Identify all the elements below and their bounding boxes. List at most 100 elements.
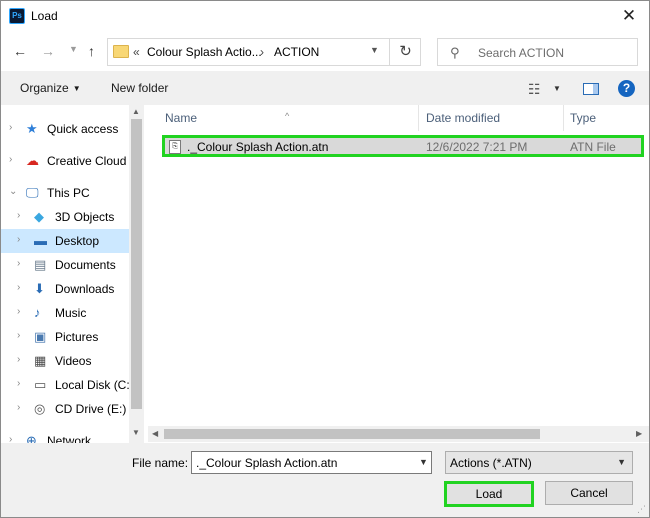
expand-icon[interactable]: ›: [9, 154, 12, 165]
cd-icon: ◎: [34, 401, 46, 416]
sidebar-item-3d-objects[interactable]: › ◆ 3D Objects: [1, 205, 129, 229]
sidebar-item-label: CD Drive (E:): [55, 402, 127, 416]
cancel-button[interactable]: Cancel: [545, 481, 633, 505]
sidebar-item-cd-drive-e[interactable]: › ◎ CD Drive (E:): [1, 397, 129, 421]
sidebar-item-network[interactable]: › ⊕ Network: [1, 429, 129, 443]
expand-icon[interactable]: ›: [17, 234, 20, 245]
sidebar-item-music[interactable]: › ♪ Music: [1, 301, 129, 325]
breadcrumb-separator-icon[interactable]: ›: [260, 45, 264, 59]
filetype-select[interactable]: Actions (*.ATN) ▼: [445, 451, 633, 474]
scroll-up-icon[interactable]: ▲: [132, 107, 140, 116]
sidebar-item-label: Creative Cloud: [47, 154, 127, 168]
title-bar: Ps Load ✕: [1, 1, 649, 31]
sidebar-item-documents[interactable]: › ▤ Documents: [1, 253, 129, 277]
sidebar-scrollbar[interactable]: ▲ ▼: [129, 105, 144, 443]
chevron-down-icon: ▼: [617, 457, 626, 467]
sidebar-item-videos[interactable]: › ▦ Videos: [1, 349, 129, 373]
sidebar-item-downloads[interactable]: › ⬇ Downloads: [1, 277, 129, 301]
command-bar: Organize ▼ New folder ☷ ▼ ?: [1, 71, 649, 105]
navigation-pane: › ★ Quick access › ☁ Creative Cloud ⌄ 🖵 This PC ›…: [1, 105, 145, 443]
filename-dropdown-icon[interactable]: ▼: [419, 457, 428, 467]
column-header-date[interactable]: Date modified: [419, 105, 562, 131]
expand-icon[interactable]: ›: [9, 434, 12, 443]
expand-icon[interactable]: ›: [17, 258, 20, 269]
resize-grip-icon[interactable]: ⋰: [637, 504, 646, 515]
help-icon[interactable]: ?: [618, 80, 635, 97]
recent-locations-button[interactable]: ▼: [69, 44, 78, 54]
sidebar-item-label: Music: [55, 306, 87, 320]
up-button[interactable]: ↑: [88, 43, 95, 59]
column-header-type[interactable]: Type: [564, 105, 649, 131]
action-file-icon: ⎘: [169, 140, 181, 154]
filename-input[interactable]: [191, 451, 432, 474]
search-box[interactable]: ⚲ Search ACTION: [437, 38, 638, 66]
refresh-icon: ↻: [399, 43, 412, 60]
search-icon: ⚲: [450, 45, 460, 60]
view-dropdown-icon[interactable]: ▼: [553, 84, 561, 93]
dialog-footer: File name: ▼ Actions (*.ATN) ▼ Load Canc…: [1, 443, 649, 517]
organize-button[interactable]: Organize ▼: [20, 81, 81, 95]
scroll-left-icon[interactable]: ◀: [152, 429, 158, 438]
expand-icon[interactable]: ›: [17, 306, 20, 317]
back-button[interactable]: ←: [13, 43, 27, 59]
expand-icon[interactable]: ›: [17, 378, 20, 389]
expand-open-icon[interactable]: ⌄: [9, 186, 17, 197]
search-placeholder: Search ACTION: [478, 46, 565, 60]
column-label: Date modified: [426, 111, 501, 125]
scroll-down-icon[interactable]: ▼: [132, 428, 140, 437]
sort-ascending-icon: ^: [285, 111, 290, 121]
column-label: Name: [165, 111, 198, 125]
expand-icon[interactable]: ›: [17, 282, 20, 293]
column-header-name[interactable]: ^ Name: [148, 105, 417, 131]
sidebar-item-label: Network: [47, 434, 92, 443]
photoshop-app-icon: Ps: [9, 8, 25, 24]
chevron-down-icon: ▼: [69, 44, 78, 54]
sidebar-item-this-pc[interactable]: ⌄ 🖵 This PC: [1, 181, 129, 205]
view-options-icon[interactable]: ☷: [528, 81, 541, 98]
network-icon: ⊕: [26, 433, 37, 443]
scrollbar-thumb[interactable]: [164, 429, 540, 439]
load-button[interactable]: Load: [444, 481, 534, 507]
expand-icon[interactable]: ›: [17, 402, 20, 413]
music-icon: ♪: [34, 305, 41, 320]
expand-icon[interactable]: ›: [17, 354, 20, 365]
sidebar-item-label: Downloads: [55, 282, 115, 296]
sidebar-item-desktop[interactable]: › ▬ Desktop: [1, 229, 129, 253]
sidebar-item-label: Pictures: [55, 330, 99, 344]
scroll-right-icon[interactable]: ▶: [636, 429, 642, 438]
arrow-left-icon: ←: [13, 43, 27, 59]
download-icon: ⬇: [34, 281, 45, 296]
arrow-right-icon: →: [41, 43, 55, 59]
filename-label: File name:: [132, 456, 189, 470]
preview-pane-icon[interactable]: [583, 83, 599, 95]
desktop-icon: ▬: [34, 233, 47, 248]
refresh-button[interactable]: ↻: [389, 38, 421, 66]
column-label: Type: [570, 111, 597, 125]
organize-label: Organize: [20, 81, 69, 95]
address-dropdown-icon[interactable]: ▼: [370, 45, 379, 55]
breadcrumb-segment[interactable]: ACTION: [274, 45, 319, 59]
video-icon: ▦: [34, 353, 47, 368]
new-folder-button[interactable]: New folder: [111, 81, 168, 95]
expand-icon[interactable]: ›: [17, 330, 20, 341]
close-button[interactable]: ✕: [619, 6, 639, 26]
file-name: ._Colour Splash Action.atn: [187, 140, 329, 154]
horizontal-scrollbar[interactable]: ◀ ▶: [148, 426, 649, 442]
breadcrumb-segment[interactable]: Colour Splash Actio...: [147, 45, 262, 59]
sidebar-item-creative-cloud[interactable]: › ☁ Creative Cloud: [1, 149, 129, 173]
creative-cloud-icon: ☁: [26, 153, 39, 168]
forward-button[interactable]: →: [41, 43, 55, 59]
address-overflow[interactable]: «: [133, 45, 140, 59]
sidebar-item-quick-access[interactable]: › ★ Quick access: [1, 117, 129, 141]
sidebar-item-local-disk-c[interactable]: › ▭ Local Disk (C:: [1, 373, 130, 397]
drive-icon: ▭: [34, 377, 47, 392]
cube-icon: ◆: [34, 209, 44, 224]
expand-icon[interactable]: ›: [17, 210, 20, 221]
scrollbar-thumb[interactable]: [131, 119, 142, 409]
sidebar-item-label: This PC: [47, 186, 90, 200]
file-row[interactable]: ⎘ ._Colour Splash Action.atn 12/6/2022 7…: [162, 135, 644, 157]
chevron-down-icon: ▼: [72, 84, 81, 93]
sidebar-item-pictures[interactable]: › ▣ Pictures: [1, 325, 129, 349]
address-bar[interactable]: « Colour Splash Actio... › ACTION ▼: [107, 38, 421, 66]
expand-icon[interactable]: ›: [9, 122, 12, 133]
